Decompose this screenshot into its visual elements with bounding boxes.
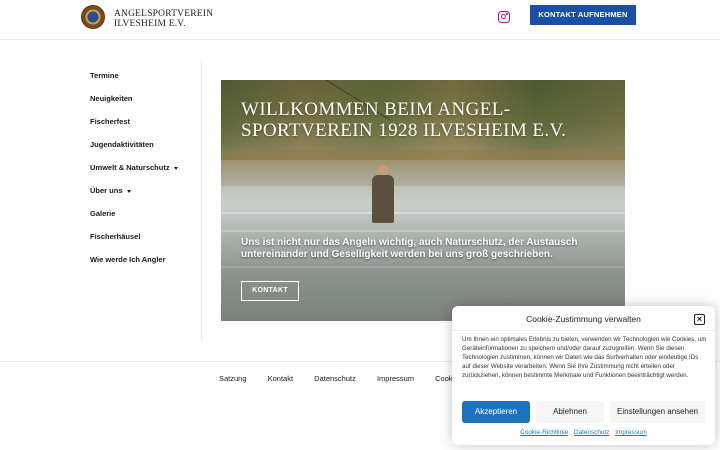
sidebar-item-umwelt[interactable]: Umwelt & Naturschutz xyxy=(90,158,200,181)
cookie-dialog-divider xyxy=(452,330,715,331)
sidebar-item-label: Neuigkeiten xyxy=(90,94,133,103)
cookie-dialog-text: Um Ihnen ein optimales Erlebnis zu biete… xyxy=(462,336,707,380)
sidebar-nav: Termine Neuigkeiten Fischerfest Jugendak… xyxy=(90,66,200,273)
hero-title: WILLKOMMEN BEIM ANGEL-SPORTVEREIN 1928 I… xyxy=(241,99,567,141)
hero-background-bank xyxy=(221,150,625,186)
sidebar-item-fischerfest[interactable]: Fischerfest xyxy=(90,112,200,135)
sidebar-item-label: Umwelt & Naturschutz xyxy=(90,163,170,172)
sidebar-item-label: Wie werde Ich Angler xyxy=(90,255,166,264)
sidebar-item-ueber-uns[interactable]: Über uns xyxy=(90,181,200,204)
contact-button[interactable]: KONTAKT AUFNEHMEN xyxy=(530,5,636,25)
sidebar-item-galerie[interactable]: Galerie xyxy=(90,204,200,227)
angler-head xyxy=(378,165,388,175)
angler-figure xyxy=(366,165,400,223)
sidebar-item-label: Über uns xyxy=(90,186,123,195)
footer-link-satzung[interactable]: Satzung xyxy=(219,374,247,383)
privacy-link[interactable]: Datenschutz xyxy=(574,429,610,436)
hero-water-ripple xyxy=(221,212,625,214)
cookie-dialog-title: Cookie-Zustimmung verwalten xyxy=(526,314,641,324)
sidebar-item-label: Termine xyxy=(90,71,119,80)
imprint-link[interactable]: Impressum xyxy=(615,429,647,436)
sidebar-item-label: Fischerhäusel xyxy=(90,232,141,241)
footer-link-kontakt[interactable]: Kontakt xyxy=(268,374,293,383)
cookie-consent-dialog: Cookie-Zustimmung verwalten × Um Ihnen e… xyxy=(452,306,715,445)
footer-link-datenschutz[interactable]: Datenschutz xyxy=(314,374,356,383)
footer-links: Satzung Kontakt Datenschutz Impressum Co… xyxy=(219,374,478,384)
hero-contact-button[interactable]: KONTAKT xyxy=(241,281,299,301)
sidebar-item-termine[interactable]: Termine xyxy=(90,66,200,89)
brand-line-1: ANGELSPORTVEREIN xyxy=(114,9,214,19)
view-settings-button[interactable]: Einstellungen ansehen xyxy=(610,401,705,423)
brand-name[interactable]: ANGELSPORTVEREIN ILVESHEIM E.V. xyxy=(114,9,213,29)
close-icon[interactable]: × xyxy=(694,314,705,325)
chevron-down-icon[interactable] xyxy=(173,166,178,170)
sidebar-item-label: Galerie xyxy=(90,209,116,218)
sidebar-item-angler-werden[interactable]: Wie werde Ich Angler xyxy=(90,250,200,273)
sidebar-item-neuigkeiten[interactable]: Neuigkeiten xyxy=(90,89,200,112)
chevron-down-icon[interactable] xyxy=(126,189,131,193)
sidebar-divider xyxy=(201,60,202,342)
hero-subtitle: Uns ist nicht nur das Angeln wichtig, au… xyxy=(241,237,578,260)
sidebar-item-jugendaktivitaeten[interactable]: Jugendaktivitäten xyxy=(90,135,200,158)
cookie-policy-link[interactable]: Cookie-Richtlinie xyxy=(520,429,568,436)
deny-button[interactable]: Ablehnen xyxy=(536,401,604,423)
hero-banner: WILLKOMMEN BEIM ANGEL-SPORTVEREIN 1928 I… xyxy=(221,80,625,321)
club-logo[interactable] xyxy=(81,5,105,29)
brand-line-2: ILVESHEIM E.V. xyxy=(114,19,186,29)
sidebar-item-label: Fischerfest xyxy=(90,117,131,126)
accept-button[interactable]: Akzeptieren xyxy=(462,401,530,423)
instagram-icon[interactable] xyxy=(498,11,510,23)
hero-water-ripple xyxy=(221,266,625,268)
angler-body xyxy=(372,175,394,223)
footer-link-impressum[interactable]: Impressum xyxy=(377,374,414,383)
hero-water-ripple xyxy=(221,230,625,232)
sidebar-item-label: Jugendaktivitäten xyxy=(90,140,154,149)
sidebar-item-fischerhaeusel[interactable]: Fischerhäusel xyxy=(90,227,200,250)
cookie-dialog-links: Cookie-Richtlinie Datenschutz Impressum xyxy=(452,429,715,436)
site-header: ANGELSPORTVEREIN ILVESHEIM E.V. KONTAKT … xyxy=(0,0,720,40)
